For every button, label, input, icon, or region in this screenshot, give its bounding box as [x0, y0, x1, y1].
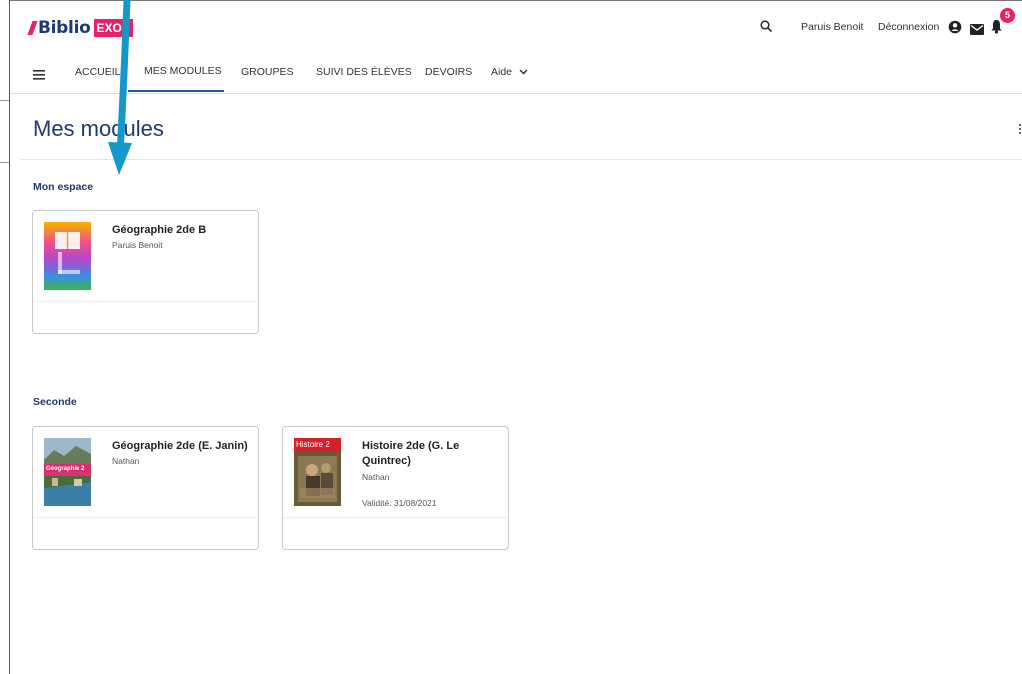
logo-text: Biblio — [38, 18, 91, 38]
histoire-cover-image: Histoire 2 — [294, 438, 341, 506]
nav-tab-mes-modules[interactable]: MES MODULES — [144, 65, 222, 77]
logout-link[interactable]: Déconnexion — [878, 21, 939, 33]
title-divider — [20, 159, 1022, 160]
module-publisher: Nathan — [112, 456, 140, 466]
module-book-icon — [44, 222, 91, 290]
notification-badge: 5 — [1000, 8, 1015, 23]
module-title: Histoire 2de (G. Le Quintrec) — [362, 440, 460, 467]
app-frame — [9, 0, 1022, 674]
nav-tab-aide-label: Aide — [491, 66, 513, 78]
module-title: Géographie 2de B — [112, 224, 207, 236]
frame-tick — [0, 162, 9, 163]
module-card-histoire-2de[interactable]: Histoire 2 Histoire 2de (G. Le Quintrec)… — [282, 426, 509, 550]
module-validity: Validité: 31/08/2021 — [362, 498, 437, 508]
nav-tab-suivi-eleves[interactable]: SUIVI DES ÉLÈVES — [316, 66, 412, 78]
card-divider — [33, 301, 258, 302]
frame-tick — [0, 100, 9, 101]
module-card-geographie-2de-janin[interactable]: Géographie 2 Géographie 2de (E. Janin) N… — [32, 426, 259, 550]
menu-icon[interactable] — [33, 67, 45, 85]
chevron-down-icon — [519, 69, 528, 75]
nav-tab-devoirs[interactable]: DEVOIRS — [425, 66, 472, 78]
card-divider — [283, 517, 508, 518]
card-divider — [33, 517, 258, 518]
nav-tab-aide[interactable]: Aide — [491, 66, 528, 78]
module-author: Paruis Benoit — [112, 240, 163, 250]
search-icon[interactable] — [760, 20, 773, 38]
module-title: Géographie 2de (E. Janin) — [112, 440, 248, 452]
active-tab-indicator — [128, 90, 224, 92]
cover-text: Géographie 2 — [46, 466, 85, 472]
geographie-cover-image: Géographie 2 — [44, 438, 91, 506]
page-title: Mes modules — [33, 116, 164, 141]
account-icon[interactable] — [948, 20, 962, 39]
section-title-seconde: Seconde — [33, 396, 77, 408]
nav-divider — [10, 93, 1022, 94]
section-title-mon-espace: Mon espace — [33, 181, 94, 193]
user-name-link[interactable]: Paruis Benoit — [801, 21, 863, 33]
cover-text: Histoire 2 — [296, 440, 330, 449]
annotation-arrow — [108, 0, 132, 175]
more-options-icon[interactable] — [1018, 124, 1022, 136]
module-publisher: Nathan — [362, 472, 390, 482]
bell-icon[interactable] — [990, 19, 1003, 39]
mail-icon[interactable] — [970, 22, 984, 40]
nav-tab-groupes[interactable]: GROUPES — [241, 66, 294, 78]
module-card-geographie-2de-b[interactable]: Géographie 2de B Paruis Benoit — [32, 210, 259, 334]
